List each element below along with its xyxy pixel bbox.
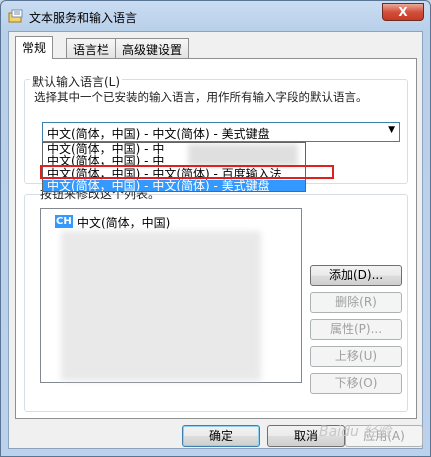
properties-button[interactable]: 属性(P)... — [310, 319, 402, 340]
highlight-annotation-box — [40, 165, 334, 179]
default-input-label: 默认输入语言(L) — [30, 73, 123, 90]
default-input-value: 中文(简体，中国) - 中文(简体) - 美式键盘 — [47, 127, 270, 141]
blurred-region — [188, 144, 298, 166]
language-name[interactable]: 中文(简体，中国) — [77, 214, 170, 231]
move-up-button[interactable]: 上移(U) — [310, 346, 402, 367]
blurred-region — [61, 231, 261, 381]
close-button[interactable]: X — [382, 3, 424, 21]
window-title: 文本服务和输入语言 — [29, 11, 138, 25]
default-input-description: 选择其中一个已安装的输入语言，用作所有输入字段的默认语言。 — [34, 90, 368, 104]
title-bar[interactable]: 文本服务和输入语言 X — [1, 1, 430, 31]
remove-button[interactable]: 删除(R) — [310, 292, 402, 313]
move-down-button[interactable]: 下移(O) — [310, 373, 402, 394]
general-tab-panel: 默认输入语言(L) 选择其中一个已安装的输入语言，用作所有输入字段的默认语言。 … — [15, 58, 417, 419]
default-input-select[interactable]: 中文(简体，中国) - 中文(简体) - 美式键盘 ▼ — [42, 122, 400, 142]
tab-advanced-key-settings[interactable]: 高级键设置 — [115, 38, 190, 58]
dialog-client-area: 常规 语言栏 高级键设置 默认输入语言(L) 选择其中一个已安装的输入语言，用作… — [8, 31, 423, 449]
watermark-text: Baidu 经验 — [319, 424, 392, 440]
ok-button[interactable]: 确定 — [182, 425, 260, 447]
dialog-window: 文本服务和输入语言 X 常规 语言栏 高级键设置 默认输入语言(L) 选择其中一… — [0, 0, 431, 457]
dropdown-option-selected[interactable]: 中文(简体，中国) - 中文(简体) - 美式键盘 — [43, 180, 305, 191]
tab-general[interactable]: 常规 — [15, 36, 54, 59]
chevron-down-icon[interactable]: ▼ — [388, 125, 395, 135]
tab-language-bar[interactable]: 语言栏 — [66, 38, 117, 58]
language-tag-icon: CH — [55, 215, 73, 228]
add-button[interactable]: 添加(D)... — [310, 265, 402, 286]
app-icon — [8, 9, 23, 23]
installed-languages-list[interactable]: CH 中文(简体，中国) — [40, 208, 302, 383]
